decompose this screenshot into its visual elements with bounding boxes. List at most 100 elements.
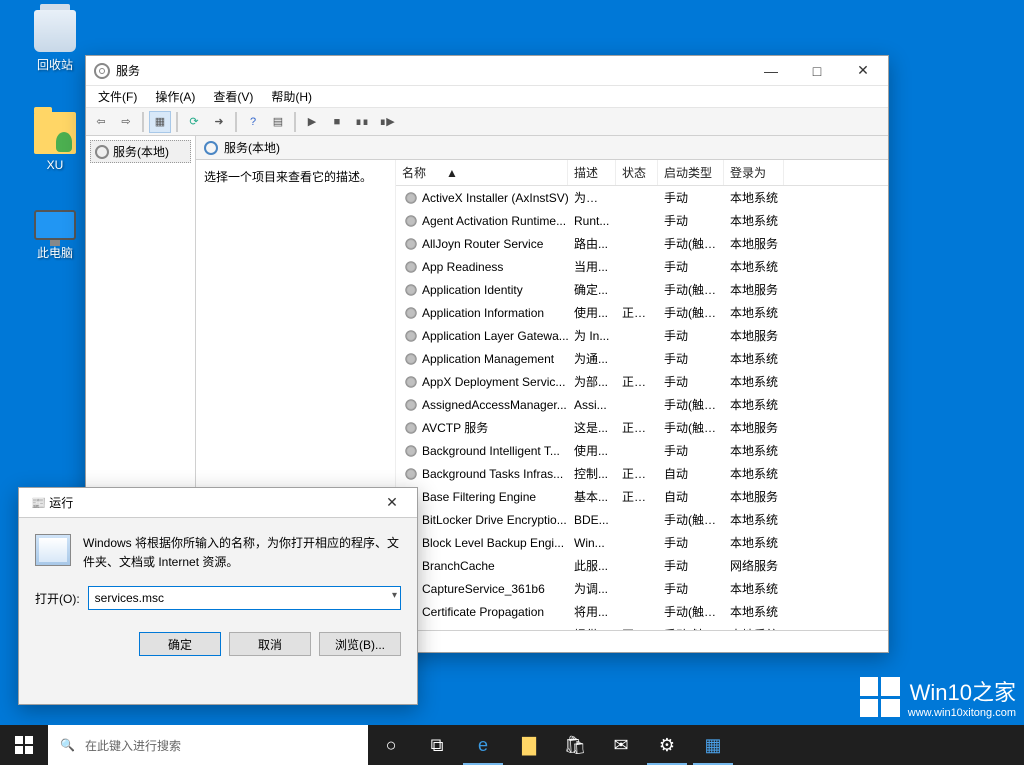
service-row[interactable]: Base Filtering Engine基本...正在...自动本地服务 [396,485,888,508]
service-row[interactable]: Application Management为通...手动本地系统 [396,347,888,370]
service-description: 这是... [568,417,616,438]
close-button[interactable]: ✕ [840,56,886,86]
gear-icon [404,398,418,412]
pause-service-button[interactable]: ∎∎ [351,111,373,133]
service-row[interactable]: App Readiness当用...手动本地系统 [396,255,888,278]
column-description[interactable]: 描述 [568,160,616,185]
search-placeholder: 在此键入进行搜索 [85,737,181,754]
service-name: App Readiness [422,260,503,274]
service-row[interactable]: Background Tasks Infras...控制...正在...自动本地… [396,462,888,485]
taskbar-app-store[interactable]: 🛍 [552,725,598,765]
service-logon: 本地系统 [724,187,784,208]
show-hide-tree-button[interactable]: ▦ [149,111,171,133]
toolbar-separator [235,112,237,132]
column-startup[interactable]: 启动类型 [658,160,724,185]
service-row[interactable]: AVCTP 服务这是...正在...手动(触发...本地服务 [396,416,888,439]
services-list[interactable]: 名称 ▲ 描述 状态 启动类型 登录为 ActiveX Installer (A… [396,160,888,630]
tree-item-label: 服务(本地) [113,143,169,160]
titlebar[interactable]: 服务 ― □ ✕ [86,56,888,86]
service-logon: 本地系统 [724,256,784,277]
nav-back-button[interactable]: ⇦ [90,111,112,133]
toolbar-separator [176,112,178,132]
taskbar-search[interactable]: 🔍 在此键入进行搜索 [48,725,368,765]
service-row[interactable]: Application Layer Gatewa...为 In...手动本地服务 [396,324,888,347]
cancel-button[interactable]: 取消 [229,632,311,656]
task-view-button[interactable]: ⧉ [414,725,460,765]
monitor-icon [34,210,76,240]
menu-help[interactable]: 帮助(H) [265,86,318,107]
service-startup: 手动 [658,578,724,599]
titlebar[interactable]: 📰 运行 ✕ [19,488,417,518]
gear-icon [404,214,418,228]
service-name: Application Information [422,306,544,320]
menu-action[interactable]: 操作(A) [149,86,201,107]
recycle-bin-icon [34,10,76,52]
service-startup: 手动 [658,325,724,346]
gear-icon [404,329,418,343]
column-logon[interactable]: 登录为 [724,160,784,185]
service-status [616,403,658,407]
maximize-button[interactable]: □ [794,56,840,86]
taskbar-app-mail[interactable]: ✉ [598,725,644,765]
gear-icon [404,375,418,389]
service-row[interactable]: AssignedAccessManager...Assi...手动(触发...本… [396,393,888,416]
menu-file[interactable]: 文件(F) [92,86,143,107]
service-description: 为调... [568,578,616,599]
browse-button[interactable]: 浏览(B)... [319,632,401,656]
taskbar-app-settings[interactable]: ⚙ [644,725,690,765]
service-row[interactable]: AllJoyn Router Service路由...手动(触发...本地服务 [396,232,888,255]
export-button[interactable]: ➜ [208,111,230,133]
taskbar-app-services[interactable]: ▦ [690,725,736,765]
service-name: Application Management [422,352,554,366]
menu-view[interactable]: 查看(V) [207,86,259,107]
service-name: BitLocker Drive Encryptio... [422,513,567,527]
service-name: Base Filtering Engine [422,490,536,504]
service-row[interactable]: Agent Activation Runtime...Runt...手动本地系统 [396,209,888,232]
service-row[interactable]: Application Information使用...正在...手动(触发..… [396,301,888,324]
service-logon: 本地系统 [724,624,784,630]
service-row[interactable]: CaptureService_361b6为调...手动本地系统 [396,577,888,600]
stop-service-button[interactable]: ■ [326,111,348,133]
service-row[interactable]: BranchCache此服...手动网络服务 [396,554,888,577]
service-startup: 手动(触发... [658,417,724,438]
toolbar: ⇦ ⇨ ▦ ⟳ ➜ ? ▤ ▶ ■ ∎∎ ∎▶ [86,108,888,136]
service-name: Block Level Backup Engi... [422,536,564,550]
tree-item-services-local[interactable]: 服务(本地) [90,140,191,163]
service-status [616,564,658,568]
refresh-button[interactable]: ⟳ [183,111,205,133]
taskbar-app-explorer[interactable]: ▇ [506,725,552,765]
service-row[interactable]: ActiveX Installer (AxInstSV)为从 ...手动本地系统 [396,186,888,209]
desktop-icon-this-pc[interactable]: 此电脑 [18,210,92,261]
desktop-icon-folder-xu[interactable]: XU [18,112,92,172]
service-status [616,334,658,338]
taskbar-app-edge[interactable]: e [460,725,506,765]
service-row[interactable]: AppX Deployment Servic...为部...正在...手动本地系… [396,370,888,393]
start-service-button[interactable]: ▶ [301,111,323,133]
column-name[interactable]: 名称 ▲ [396,160,568,185]
service-row[interactable]: Client License Service (Cli...提供...正在...… [396,623,888,630]
service-description: 为 In... [568,325,616,346]
column-status[interactable]: 状态 [616,160,658,185]
nav-forward-button[interactable]: ⇨ [115,111,137,133]
help-button[interactable]: ? [242,111,264,133]
watermark-title: Win10之家 [908,675,1016,707]
close-button[interactable]: ✕ [369,488,415,518]
desktop-icon-recycle-bin[interactable]: 回收站 [18,10,92,73]
run-title: 运行 [49,496,73,510]
service-row[interactable]: BitLocker Drive Encryptio...BDE...手动(触发.… [396,508,888,531]
ok-button[interactable]: 确定 [139,632,221,656]
service-row[interactable]: Block Level Backup Engi...Win...手动本地系统 [396,531,888,554]
restart-service-button[interactable]: ∎▶ [376,111,398,133]
service-row[interactable]: Certificate Propagation将用...手动(触发...本地系统 [396,600,888,623]
window-title: 服务 [116,62,748,79]
service-description: 控制... [568,463,616,484]
start-button[interactable] [0,725,48,765]
open-input[interactable] [88,586,401,610]
service-row[interactable]: Background Intelligent T...使用...手动本地系统 [396,439,888,462]
service-row[interactable]: Application Identity确定...手动(触发...本地服务 [396,278,888,301]
minimize-button[interactable]: ― [748,56,794,86]
toolbar-separator [142,112,144,132]
toolbar-separator [294,112,296,132]
properties-button[interactable]: ▤ [267,111,289,133]
cortana-button[interactable]: ○ [368,725,414,765]
